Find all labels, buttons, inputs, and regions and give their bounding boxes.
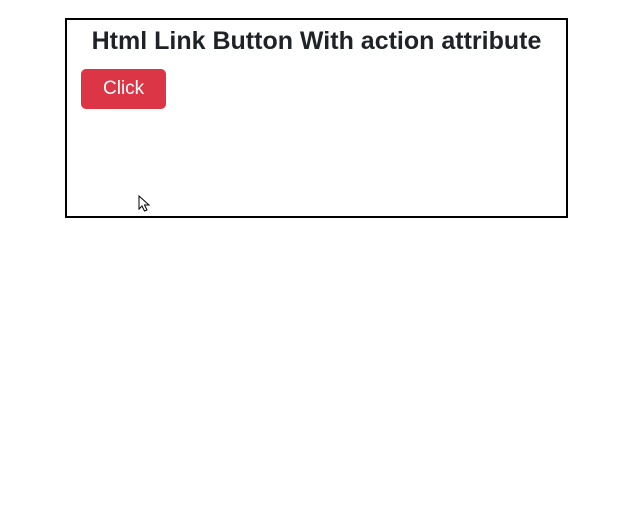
page-title: Html Link Button With action attribute	[81, 26, 552, 57]
click-button[interactable]: Click	[81, 69, 166, 109]
demo-container: Html Link Button With action attribute C…	[65, 18, 568, 218]
